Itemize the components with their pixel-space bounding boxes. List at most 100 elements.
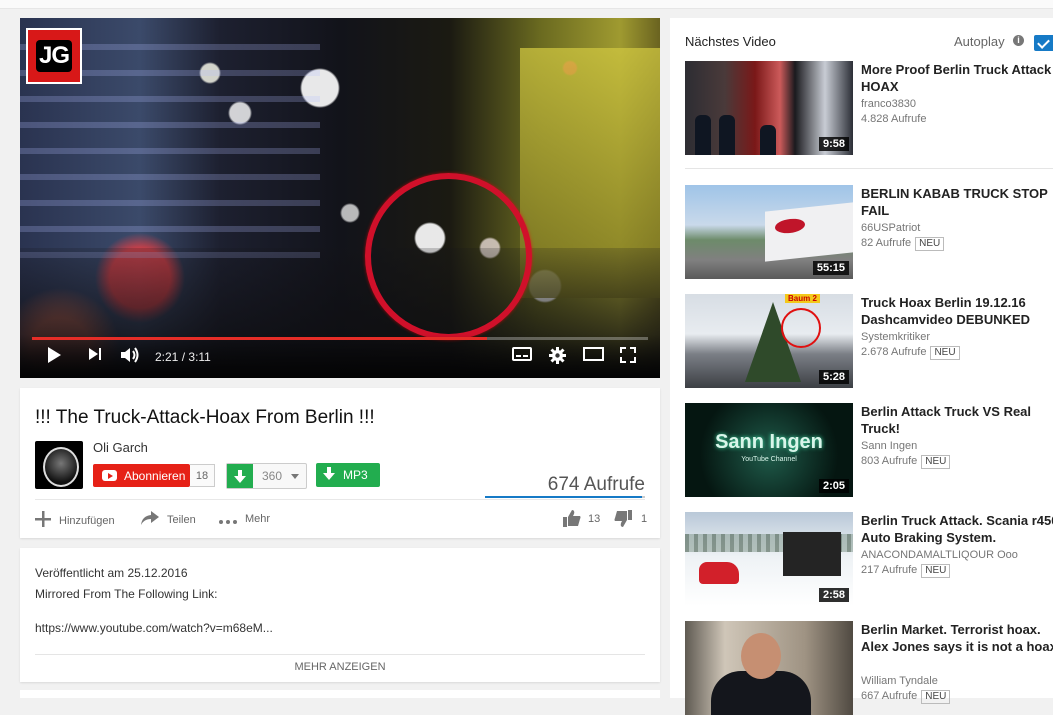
up-next-heading: Nächstes Video bbox=[685, 34, 776, 49]
up-next-sidebar: Nächstes Video Autoplay i 9:58 More Proo… bbox=[670, 18, 1053, 715]
autoplay-toggle[interactable] bbox=[1034, 35, 1053, 51]
youtube-icon bbox=[102, 470, 117, 481]
progress-played bbox=[32, 337, 487, 340]
more-actions-label: Mehr bbox=[245, 513, 271, 525]
video-thumbnail[interactable]: 2:58 bbox=[685, 512, 853, 606]
video-channel: franco3830 bbox=[861, 98, 917, 110]
like-count: 13 bbox=[588, 512, 601, 525]
subscribe-label: Abonnieren bbox=[124, 468, 186, 483]
video-player[interactable]: JG 2:21 / 3:11 bbox=[20, 18, 660, 378]
dislike-count: 1 bbox=[641, 512, 648, 525]
video-views: 803 Aufrufe NEU bbox=[861, 454, 951, 469]
new-badge: NEU bbox=[921, 564, 951, 578]
video-channel: William Tyndale bbox=[861, 675, 938, 687]
thumbnail-text: Sann Ingen bbox=[715, 431, 823, 453]
new-badge: NEU bbox=[930, 346, 960, 360]
thumbnail-figure bbox=[719, 115, 735, 155]
video-views: 667 Aufrufe NEU bbox=[861, 689, 951, 704]
video-thumbnail[interactable]: Sann Ingen YouTube Channel 2:05 bbox=[685, 403, 853, 497]
thumbnail-circle bbox=[781, 308, 821, 348]
video-thumbnail[interactable]: 9:58 bbox=[685, 61, 853, 155]
video-item[interactable]: 9:58 More Proof Berlin Truck Attack HOAX… bbox=[685, 61, 1053, 155]
sentiment-bar-fill bbox=[485, 496, 642, 498]
video-title[interactable]: Berlin Truck Attack. Scania r450 Auto Br… bbox=[861, 512, 1053, 546]
add-to-label: Hinzufügen bbox=[59, 514, 115, 527]
share-button[interactable]: Teilen bbox=[141, 511, 196, 528]
description-card: Veröffentlicht am 25.12.2016 Mirrored Fr… bbox=[20, 548, 660, 682]
channel-logo-overlay: JG bbox=[26, 28, 82, 84]
thumbnail-truck bbox=[765, 202, 853, 262]
video-title[interactable]: BERLIN KABAB TRUCK STOP FAIL bbox=[861, 185, 1053, 219]
thumbnail-figure bbox=[760, 125, 776, 155]
volume-icon[interactable] bbox=[121, 347, 141, 363]
video-views: 82 Aufrufe NEU bbox=[861, 236, 945, 251]
play-button[interactable] bbox=[47, 347, 61, 363]
download-button[interactable]: 360 bbox=[226, 463, 307, 489]
new-badge: NEU bbox=[921, 455, 951, 469]
video-item[interactable]: 2:58 Berlin Truck Attack. Scania r450 Au… bbox=[685, 512, 1053, 606]
divider bbox=[35, 499, 645, 500]
next-button[interactable] bbox=[88, 347, 102, 361]
add-to-button[interactable]: Hinzufügen bbox=[35, 511, 115, 530]
video-frame[interactable] bbox=[20, 18, 660, 378]
progress-bar[interactable] bbox=[32, 337, 648, 340]
video-view-count: 2.678 Aufrufe bbox=[861, 346, 927, 358]
chevron-down-icon bbox=[291, 474, 299, 479]
share-icon bbox=[141, 511, 159, 528]
autoplay-label: Autoplay bbox=[954, 34, 1005, 49]
video-thumbnail[interactable]: 55:15 bbox=[685, 185, 853, 279]
video-title[interactable]: Berlin Market. Terrorist hoax. Alex Jone… bbox=[861, 621, 1053, 655]
time-current: 2:21 bbox=[155, 350, 179, 364]
thumbnail-label: Baum 2 bbox=[785, 294, 820, 303]
video-channel: ANACONDAMALTLIQOUR Ooo bbox=[861, 549, 1018, 561]
description-link[interactable]: https://www.youtube.com/watch?v=m68eM... bbox=[35, 621, 273, 635]
highlight-circle bbox=[365, 173, 532, 340]
video-channel: 66USPatriot bbox=[861, 222, 921, 234]
dislike-button[interactable]: 1 bbox=[614, 510, 647, 527]
publish-date: Veröffentlicht am 25.12.2016 bbox=[35, 566, 188, 580]
fullscreen-icon[interactable] bbox=[620, 347, 636, 363]
video-duration: 9:58 bbox=[818, 137, 849, 151]
video-view-count: 82 Aufrufe bbox=[861, 237, 912, 249]
divider bbox=[685, 168, 1053, 169]
video-title[interactable]: More Proof Berlin Truck Attack HOAX bbox=[861, 61, 1053, 95]
sentiment-bar bbox=[485, 496, 645, 498]
player-controls: 2:21 / 3:11 bbox=[20, 334, 660, 378]
video-title[interactable]: Truck Hoax Berlin 19.12.16 Dashcamvideo … bbox=[861, 294, 1053, 328]
new-badge: NEU bbox=[915, 237, 945, 251]
settings-gear-icon[interactable] bbox=[549, 347, 566, 364]
video-thumbnail[interactable]: Baum 2 5:28 bbox=[685, 294, 853, 388]
description-line: Mirrored From The Following Link: bbox=[35, 587, 218, 601]
logo-text: JG bbox=[35, 40, 72, 72]
time-total: 3:11 bbox=[188, 350, 211, 364]
theater-mode-icon[interactable] bbox=[583, 347, 604, 361]
video-title: !!! The Truck-Attack-Hoax From Berlin !!… bbox=[35, 407, 375, 428]
subtitles-icon[interactable] bbox=[512, 347, 532, 361]
video-views: 2.678 Aufrufe NEU bbox=[861, 345, 960, 360]
video-item[interactable]: 55:15 BERLIN KABAB TRUCK STOP FAIL 66USP… bbox=[685, 185, 1053, 279]
show-more-button[interactable]: MEHR ANZEIGEN bbox=[20, 661, 660, 673]
like-button[interactable]: 13 bbox=[563, 510, 600, 527]
download-count: 360 bbox=[262, 469, 283, 483]
thumbs-up-icon bbox=[563, 510, 581, 527]
video-duration: 55:15 bbox=[812, 261, 849, 275]
share-label: Teilen bbox=[167, 513, 196, 526]
plus-icon bbox=[35, 511, 51, 530]
channel-name[interactable]: Oli Garch bbox=[93, 440, 148, 455]
mp3-button[interactable]: MP3 bbox=[316, 463, 380, 487]
video-item[interactable]: Berlin Market. Terrorist hoax. Alex Jone… bbox=[685, 621, 1053, 715]
comments-card-edge bbox=[20, 690, 660, 698]
video-channel: Sann Ingen bbox=[861, 440, 918, 452]
video-item[interactable]: Sann Ingen YouTube Channel 2:05 Berlin A… bbox=[685, 403, 1053, 497]
video-item[interactable]: Baum 2 5:28 Truck Hoax Berlin 19.12.16 D… bbox=[685, 294, 1053, 388]
thumbnail-subtext: YouTube Channel bbox=[741, 456, 797, 463]
video-duration: 5:28 bbox=[818, 370, 849, 384]
more-actions-button[interactable]: Mehr bbox=[219, 511, 270, 527]
channel-avatar[interactable] bbox=[35, 441, 83, 489]
more-dots-icon bbox=[219, 511, 237, 527]
info-icon[interactable]: i bbox=[1013, 35, 1024, 46]
subscribe-button[interactable]: Abonnieren bbox=[93, 464, 190, 487]
view-count: 674 Aufrufe bbox=[547, 474, 645, 495]
video-title[interactable]: Berlin Attack Truck VS Real Truck! bbox=[861, 403, 1053, 437]
video-thumbnail[interactable] bbox=[685, 621, 853, 715]
